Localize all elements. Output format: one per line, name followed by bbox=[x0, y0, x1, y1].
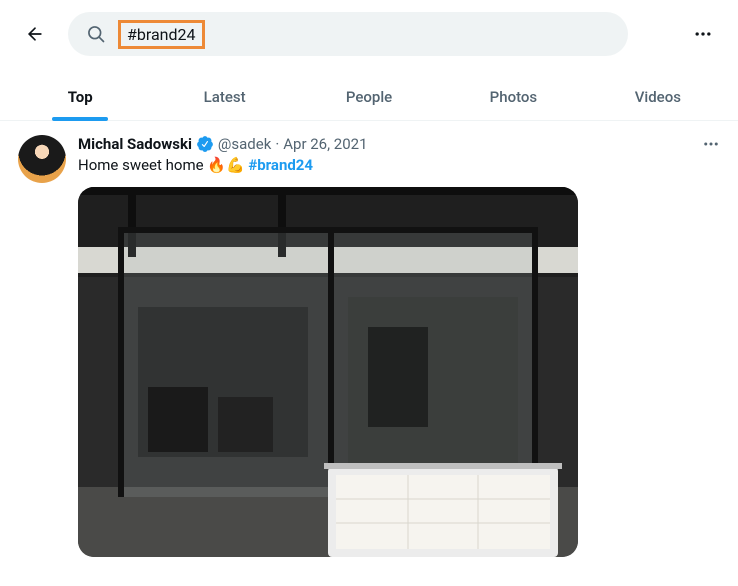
search-icon bbox=[86, 24, 106, 44]
separator: · bbox=[275, 135, 279, 153]
tweet-date[interactable]: Apr 26, 2021 bbox=[283, 135, 367, 153]
tweet-header: Michal Sadowski @sadek · Apr 26, 2021 bbox=[78, 135, 720, 153]
more-icon bbox=[702, 135, 720, 153]
display-name[interactable]: Michal Sadowski bbox=[78, 135, 192, 153]
search-tabs: Top Latest People Photos Videos bbox=[0, 74, 738, 121]
back-button[interactable] bbox=[18, 17, 52, 51]
more-icon bbox=[693, 24, 713, 44]
tweet-body: Michal Sadowski @sadek · Apr 26, 2021 Ho… bbox=[78, 135, 720, 557]
header-more-button[interactable] bbox=[686, 17, 720, 51]
arrow-left-icon bbox=[25, 24, 45, 44]
avatar[interactable] bbox=[18, 135, 66, 183]
tab-people[interactable]: People bbox=[297, 74, 441, 120]
tweet-media[interactable] bbox=[78, 187, 578, 557]
tab-top[interactable]: Top bbox=[8, 74, 152, 120]
tweet-more-button[interactable] bbox=[702, 135, 720, 157]
search-query-text: #brand24 bbox=[118, 20, 205, 49]
tab-photos[interactable]: Photos bbox=[441, 74, 585, 120]
search-input[interactable]: #brand24 bbox=[68, 12, 628, 56]
tweet-text: Home sweet home 🔥💪 #brand24 bbox=[78, 155, 720, 175]
tweet-text-body: Home sweet home 🔥💪 bbox=[78, 156, 248, 174]
handle[interactable]: @sadek bbox=[218, 135, 271, 153]
tab-latest[interactable]: Latest bbox=[152, 74, 296, 120]
tweet[interactable]: Michal Sadowski @sadek · Apr 26, 2021 Ho… bbox=[0, 121, 738, 557]
tweet-hashtag[interactable]: #brand24 bbox=[248, 156, 313, 174]
header-row: #brand24 bbox=[0, 0, 738, 64]
office-photo bbox=[78, 187, 578, 557]
tab-videos[interactable]: Videos bbox=[586, 74, 730, 120]
verified-badge-icon bbox=[196, 135, 214, 153]
